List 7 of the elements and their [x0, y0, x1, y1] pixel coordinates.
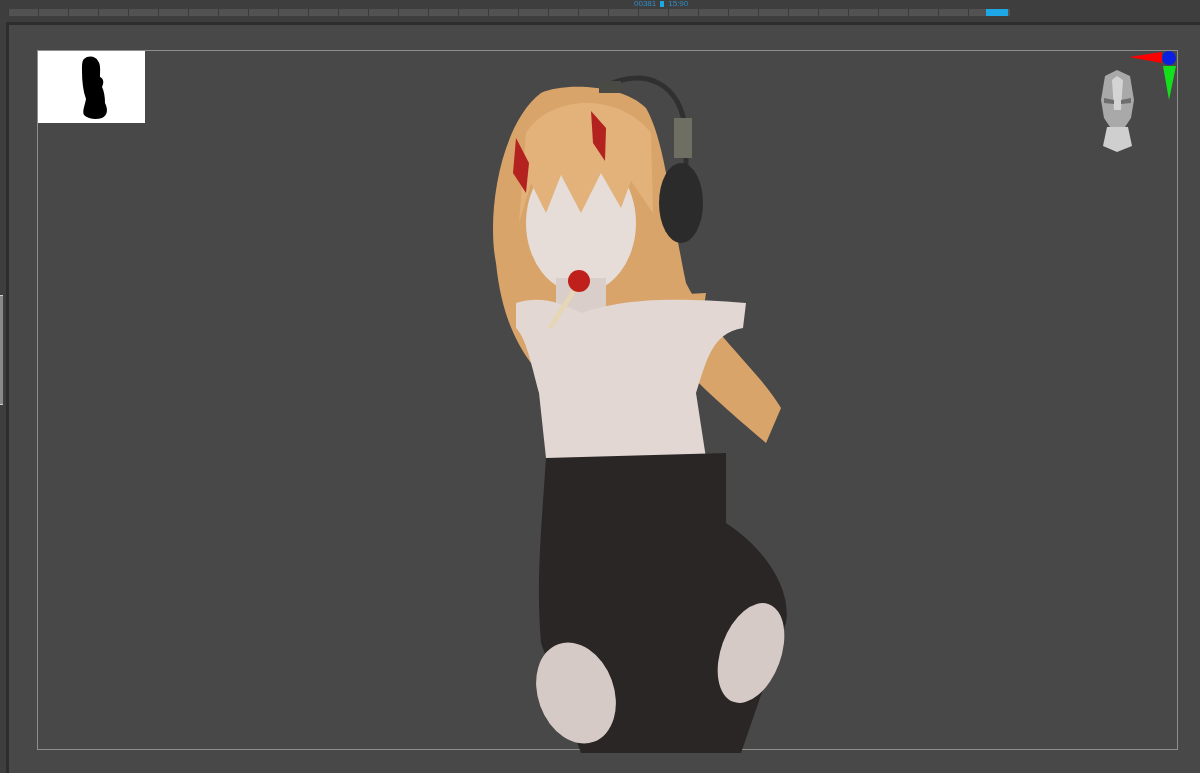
timeline-thumb[interactable]: [986, 9, 1009, 16]
axis-gizmo-icon[interactable]: [1129, 51, 1177, 101]
frame-counter: 00381: [634, 0, 657, 8]
playhead-marker-icon: [660, 1, 665, 7]
timecode: 15:90: [668, 0, 689, 8]
side-panel-handle[interactable]: [0, 295, 3, 405]
timeline-track[interactable]: [8, 9, 1010, 16]
